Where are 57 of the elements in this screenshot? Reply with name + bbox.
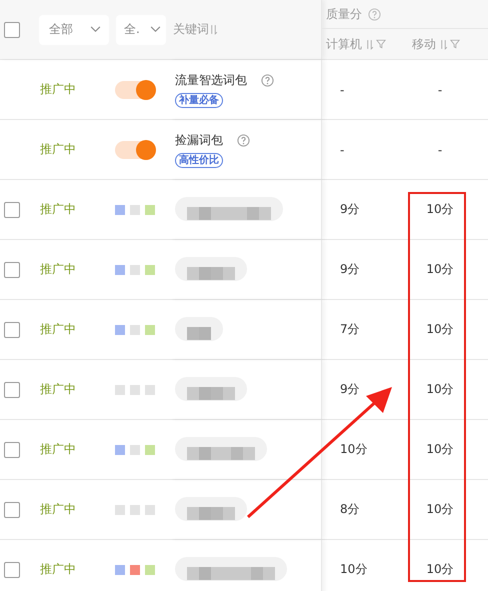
column-header: 质量分 (326, 6, 362, 22)
status-text: 推广中 (40, 82, 76, 96)
score-text: 9分 (340, 262, 360, 276)
help-icon[interactable] (261, 74, 274, 86)
column-header[interactable]: 关键词 (173, 21, 209, 38)
checkbox[interactable] (4, 382, 20, 398)
checkbox[interactable] (4, 502, 20, 518)
toggle-switch[interactable] (115, 140, 155, 158)
score-text: 10分 (426, 202, 454, 216)
score-text: - (438, 82, 442, 96)
score-text: 7分 (340, 322, 360, 336)
filter-icon[interactable] (376, 39, 386, 49)
sort-icon[interactable] (210, 24, 217, 35)
status-text: 推广中 (40, 142, 76, 156)
column-header[interactable]: 移动 (412, 36, 436, 52)
score-text: 9分 (340, 382, 360, 396)
score-text: 10分 (426, 442, 454, 456)
score-text: 10分 (426, 502, 454, 516)
score-text: - (438, 142, 442, 156)
score-text: 10分 (426, 562, 454, 576)
status-text: 推广中 (40, 202, 76, 216)
checkbox[interactable] (4, 442, 20, 458)
chevron-down-icon (150, 26, 161, 33)
tag: 高性价比 (175, 152, 223, 168)
status-text: 推广中 (40, 562, 76, 576)
score-text: 10分 (340, 442, 368, 456)
score-text: 10分 (426, 262, 454, 276)
device-dropdown[interactable]: 全. (116, 14, 166, 44)
score-text: - (340, 82, 344, 96)
score-text: 9分 (340, 202, 360, 216)
score-text: - (340, 142, 344, 156)
help-icon[interactable] (237, 134, 250, 146)
package-name: 流量智选词包 (175, 72, 247, 88)
filter-icon[interactable] (450, 39, 460, 49)
status-dropdown[interactable]: 全部 (39, 14, 109, 44)
checkbox[interactable] (4, 262, 20, 278)
checkbox[interactable] (4, 202, 20, 218)
score-text: 10分 (426, 382, 454, 396)
score-text: 10分 (426, 322, 454, 336)
package-name: 捡漏词包 (175, 132, 223, 148)
column-header[interactable]: 计算机 (326, 36, 362, 52)
toggle-switch[interactable] (115, 80, 155, 98)
help-icon[interactable] (368, 8, 381, 20)
status-text: 推广中 (40, 382, 76, 396)
sort-icon[interactable] (366, 38, 373, 50)
score-text: 10分 (340, 562, 368, 576)
score-text: 8分 (340, 502, 360, 516)
status-text: 推广中 (40, 322, 76, 336)
sort-icon[interactable] (440, 38, 447, 50)
status-text: 推广中 (40, 442, 76, 456)
status-text: 推广中 (40, 502, 76, 516)
tag: 补量必备 (175, 92, 223, 108)
checkbox[interactable] (4, 322, 20, 338)
checkbox[interactable] (4, 22, 20, 38)
chevron-down-icon (90, 26, 101, 33)
checkbox[interactable] (4, 562, 20, 578)
status-text: 推广中 (40, 262, 76, 276)
